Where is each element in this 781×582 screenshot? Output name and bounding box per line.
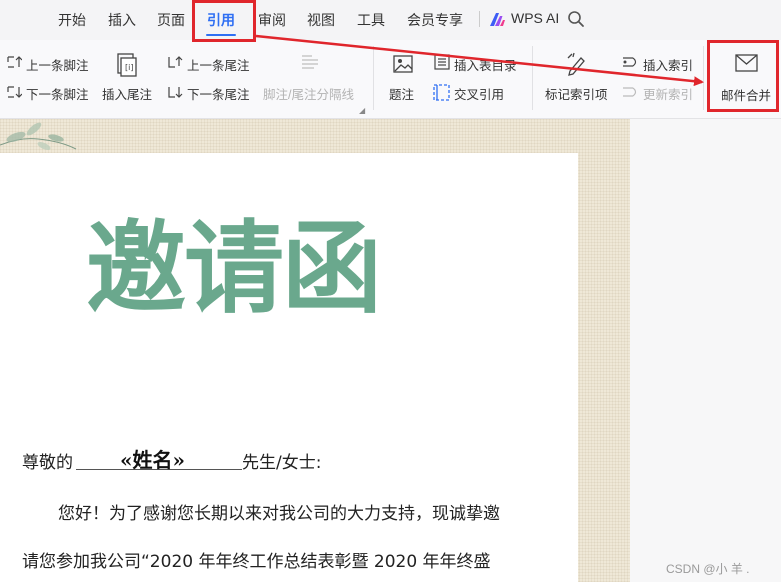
highlight-mail-merge [707,40,779,112]
document-title: 邀请函 [86,210,382,327]
ribbon-divider [373,46,374,110]
menu-divider [479,11,480,27]
tab-page[interactable]: 页面 [157,10,185,30]
body-line-2: 请您参加我公司“2020 年年终工作总结表彰暨 2020 年年终盛 [22,552,491,572]
watermark-text: CSDN @小 羊 . [666,562,750,576]
next-endnote-label: 下一条尾注 [187,88,250,102]
caption-label: 题注 [389,88,415,102]
separator-line-icon [302,55,318,69]
next-footnote-icon [7,86,22,98]
greeting-prefix: 尊敬的 [22,453,73,473]
next-footnote-label: 下一条脚注 [26,88,89,102]
mark-index-entry-label: 标记索引项 [545,88,608,102]
body-line-1: 您好！为了感谢您长期以来对我公司的大力支持，现诚挚邀 [58,504,500,524]
leaf-decoration-icon [0,122,77,151]
footnote-separator-label: 脚注/尾注分隔线 [263,88,354,102]
tab-home[interactable]: 开始 [58,10,86,30]
search-icon[interactable] [567,10,585,28]
tab-review[interactable]: 审阅 [258,10,286,30]
ribbon-toolbar: 上一条脚注 下一条脚注 [i] 插入尾注 上一条尾注 下一条尾注 脚注/尾注分隔… [0,40,781,119]
caption-image-icon [393,55,413,73]
ribbon-divider [703,46,704,110]
insert-table-of-figures-label: 插入表目录 [454,59,517,73]
prev-footnote-icon [7,56,22,68]
insert-endnote-icon: [i] [117,53,137,77]
prev-endnote-icon [168,56,183,68]
update-index-label: 更新索引 [643,88,694,102]
tab-wps-ai[interactable]: WPS AI [511,10,559,26]
greeting-suffix: 先生/女士: [242,453,322,473]
insert-index-icon [623,57,637,67]
update-index-icon [623,87,637,97]
insert-endnote-label: 插入尾注 [102,88,153,102]
svg-text:[i]: [i] [125,63,133,72]
menu-bar: 开始 插入 页面 引用 审阅 视图 工具 会员专享 WPS AI [0,0,781,40]
prev-footnote-label: 上一条脚注 [26,59,89,73]
insert-index-label: 插入索引 [643,59,694,73]
cross-reference-label: 交叉引用 [454,88,505,102]
table-of-figures-icon [434,54,450,70]
cross-reference-icon [433,84,450,101]
next-endnote-icon [168,87,183,98]
right-margin [630,119,781,582]
tab-insert[interactable]: 插入 [108,10,136,30]
merge-field-name[interactable]: «姓名» [120,444,185,473]
tab-tools[interactable]: 工具 [357,10,385,30]
footnote-group-launcher-icon[interactable]: ◢ [359,106,365,115]
tab-member[interactable]: 会员专享 [407,10,463,30]
mark-index-pen-icon [567,52,585,76]
prev-endnote-label: 上一条尾注 [187,59,250,73]
wps-ai-logo-icon [490,13,505,26]
ribbon-divider [532,46,533,110]
tab-view[interactable]: 视图 [307,10,335,30]
highlight-references-tab [192,0,256,42]
